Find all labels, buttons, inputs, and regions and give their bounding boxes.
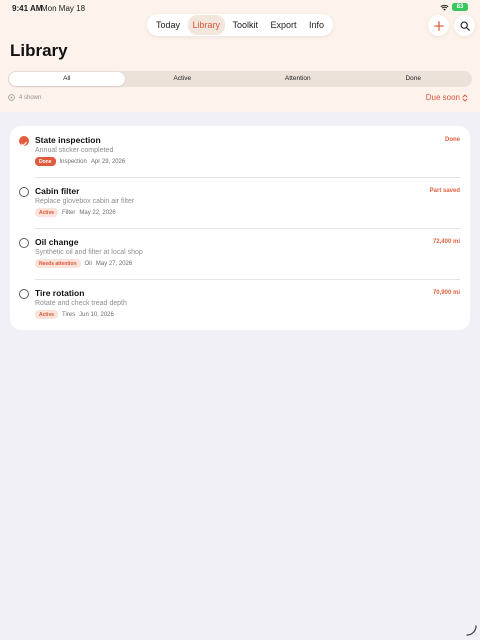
item-category: Oil [84, 260, 92, 267]
item-title: Tire rotation [35, 288, 85, 298]
checkbox-circle-icon[interactable] [19, 289, 29, 299]
checkmark-icon[interactable] [19, 136, 29, 147]
item-category: Tires [62, 311, 76, 318]
wifi-icon [440, 4, 449, 11]
tab-today[interactable]: Today [151, 15, 185, 35]
item-date: Jun 10, 2026 [79, 311, 114, 318]
item-date: Apr 29, 2026 [90, 158, 126, 165]
battery-icon: 83 [452, 3, 468, 11]
status-date: Mon May 18 [41, 4, 86, 13]
status-badge: Done [35, 157, 56, 166]
item-tags: Active Tires Jun 10, 2026 [35, 310, 114, 319]
status-time: 9:41 AM [12, 4, 43, 13]
tab-info[interactable]: Info [304, 15, 329, 35]
maintenance-list: State inspection Annual sticker complete… [10, 126, 470, 330]
item-trailing-value: Part saved [429, 188, 460, 194]
search-icon [460, 21, 470, 31]
status-badge: Active [35, 310, 59, 319]
item-subtitle: Annual sticker completed [35, 147, 114, 154]
list-item[interactable]: Cabin filter Replace glovebox cabin air … [10, 177, 470, 228]
item-trailing-value: Done [445, 137, 460, 143]
resize-handle-icon[interactable] [465, 624, 477, 636]
tab-library[interactable]: Library [187, 15, 226, 35]
chevron-up-down-icon [462, 94, 468, 101]
item-category: Inspection [59, 158, 87, 165]
filter-attention[interactable]: Attention [240, 72, 356, 86]
item-trailing-value: 70,900 mi [432, 290, 460, 296]
list-item[interactable]: Oil change Synthetic oil and filter at l… [10, 228, 470, 279]
list-item[interactable]: Tire rotation Rotate and check tread dep… [10, 279, 470, 330]
item-date: May 22, 2026 [79, 209, 116, 216]
item-subtitle: Rotate and check tread depth [35, 300, 127, 307]
item-title: State inspection [35, 135, 101, 145]
filter-segmented-control: All Active Attention Done [8, 71, 472, 87]
item-title: Oil change [35, 237, 79, 247]
status-badge: Active [35, 208, 59, 217]
list-item[interactable]: State inspection Annual sticker complete… [10, 126, 470, 177]
item-tags: Active Filter May 22, 2026 [35, 208, 116, 217]
item-subtitle: Synthetic oil and filter at local shop [35, 249, 143, 256]
sort-label: Due soon [425, 93, 460, 102]
filter-all[interactable]: All [9, 72, 125, 86]
top-tab-bar: Today Library Toolkit Export Info [147, 14, 333, 36]
status-badge: Needs attention [35, 259, 81, 268]
tab-toolkit[interactable]: Toolkit [227, 15, 263, 35]
add-button[interactable] [428, 15, 449, 36]
sort-button[interactable]: Due soon [426, 93, 468, 102]
search-button[interactable] [454, 15, 475, 36]
checkbox-circle-icon[interactable] [19, 238, 29, 248]
item-category: Filter [62, 209, 76, 216]
plus-icon [433, 20, 444, 31]
tab-export[interactable]: Export [265, 15, 301, 35]
list-count-icon [8, 94, 15, 101]
item-tags: Needs attention Oil May 27, 2026 [35, 259, 132, 268]
item-title: Cabin filter [35, 186, 80, 196]
item-subtitle: Replace glovebox cabin air filter [35, 198, 135, 205]
checkbox-circle-icon[interactable] [19, 187, 29, 197]
item-count: 4 shown [8, 94, 41, 101]
item-date: May 27, 2026 [95, 260, 133, 267]
filter-done[interactable]: Done [356, 72, 472, 86]
page-title: Library [10, 41, 68, 60]
item-tags: Done Inspection Apr 29, 2026 [35, 157, 125, 166]
list-meta-row: 4 shown Due soon [8, 93, 472, 104]
item-count-label: 4 shown [19, 94, 42, 101]
item-trailing-value: 72,400 mi [432, 239, 460, 245]
status-indicators: 83 [440, 3, 468, 11]
filter-active[interactable]: Active [125, 72, 241, 86]
